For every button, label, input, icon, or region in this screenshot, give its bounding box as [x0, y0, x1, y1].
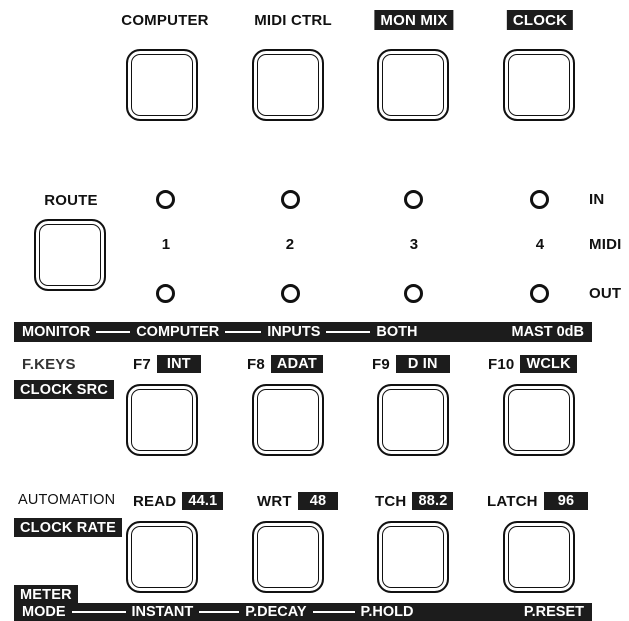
- monitor-bar: MONITOR COMPUTER INPUTS BOTH MAST 0dB: [14, 322, 592, 342]
- clock-button[interactable]: [503, 49, 575, 121]
- monitor-label: MONITOR: [22, 324, 91, 340]
- f7-key-label: F7: [133, 355, 151, 373]
- route-label: ROUTE: [44, 192, 98, 209]
- read-button[interactable]: [126, 521, 198, 593]
- port-3-in-led: [404, 190, 423, 209]
- meter-p-decay-label: P.DECAY: [245, 604, 307, 620]
- f9-group: F9 D IN: [372, 355, 450, 373]
- f9-value-badge: D IN: [395, 355, 450, 373]
- automation-label: AUTOMATION: [18, 492, 116, 508]
- rate-48-badge: 48: [297, 492, 339, 510]
- mon-mix-button[interactable]: [377, 49, 449, 121]
- clock-label: CLOCK: [506, 10, 574, 30]
- f10-key-label: F10: [488, 355, 515, 373]
- f8-button[interactable]: [252, 384, 324, 456]
- out-label: OUT: [589, 285, 622, 302]
- monitor-inputs-label: INPUTS: [267, 324, 321, 340]
- midi-ctrl-label: MIDI CTRL: [254, 12, 332, 29]
- clock-src-label: CLOCK SRC: [14, 380, 114, 399]
- f7-group: F7 INT: [133, 355, 201, 373]
- port-4-in-led: [530, 190, 549, 209]
- latch-button[interactable]: [503, 521, 575, 593]
- monitor-mast-label: MAST 0dB: [511, 324, 585, 340]
- tch-group: TCH 88.2: [375, 492, 454, 510]
- computer-button[interactable]: [126, 49, 198, 121]
- f8-group: F8 ADAT: [247, 355, 323, 373]
- port-2-in-led: [281, 190, 300, 209]
- read-mode-label: READ: [133, 492, 177, 510]
- wrt-mode-label: WRT: [257, 492, 292, 510]
- f9-key-label: F9: [372, 355, 390, 373]
- computer-label: COMPUTER: [121, 12, 209, 29]
- rate-88-2-badge: 88.2: [412, 492, 454, 510]
- port-3-out-led: [404, 284, 423, 303]
- meter-p-reset-label: P.RESET: [523, 604, 584, 620]
- meter-instant-label: INSTANT: [131, 604, 194, 620]
- mon-mix-label: MON MIX: [374, 10, 454, 30]
- f8-key-label: F8: [247, 355, 265, 373]
- midi-ctrl-button[interactable]: [252, 49, 324, 121]
- f7-value-badge: INT: [156, 355, 201, 373]
- f9-button[interactable]: [377, 384, 449, 456]
- port-2-label: 2: [285, 236, 295, 253]
- port-4-out-led: [530, 284, 549, 303]
- route-button[interactable]: [34, 219, 106, 291]
- meter-mode-label: MODE: [22, 604, 66, 620]
- port-2-out-led: [281, 284, 300, 303]
- tch-mode-label: TCH: [375, 492, 407, 510]
- wrt-button[interactable]: [252, 521, 324, 593]
- read-group: READ 44.1: [133, 492, 224, 510]
- monitor-both-label: BOTH: [376, 324, 418, 340]
- port-1-out-led: [156, 284, 175, 303]
- meter-p-hold-label: P.HOLD: [360, 604, 414, 620]
- f10-button[interactable]: [503, 384, 575, 456]
- latch-group: LATCH 96: [487, 492, 589, 510]
- in-label: IN: [589, 191, 605, 208]
- meter-label: METER: [14, 585, 78, 603]
- f7-button[interactable]: [126, 384, 198, 456]
- meter-bar: MODE INSTANT P.DECAY P.HOLD P.RESET: [14, 603, 592, 621]
- fkeys-label: F.KEYS: [22, 356, 76, 373]
- f8-value-badge: ADAT: [270, 355, 323, 373]
- port-4-label: 4: [535, 236, 545, 253]
- f10-value-badge: WCLK: [520, 355, 577, 373]
- monitor-computer-label: COMPUTER: [136, 324, 220, 340]
- rate-96-badge: 96: [543, 492, 589, 510]
- port-1-label: 1: [161, 236, 171, 253]
- clock-rate-label: CLOCK RATE: [14, 518, 122, 537]
- port-3-label: 3: [409, 236, 419, 253]
- rate-44-1-badge: 44.1: [182, 492, 224, 510]
- port-1-in-led: [156, 190, 175, 209]
- latch-mode-label: LATCH: [487, 492, 538, 510]
- tch-button[interactable]: [377, 521, 449, 593]
- f10-group: F10 WCLK: [488, 355, 577, 373]
- midi-label: MIDI: [589, 236, 622, 253]
- wrt-group: WRT 48: [257, 492, 339, 510]
